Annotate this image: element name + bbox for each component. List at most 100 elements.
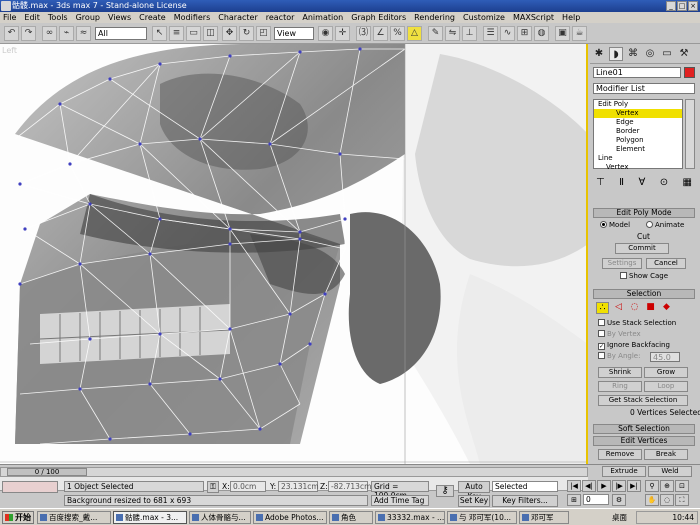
stack-item-edit-poly[interactable]: Edit Poly (594, 100, 682, 109)
use-pivot-center-icon[interactable]: ◉ (318, 26, 333, 41)
polygon-level-icon[interactable]: ■ (644, 302, 657, 314)
time-slider[interactable]: 0 / 100 (0, 467, 588, 477)
current-frame-field[interactable]: 0 (583, 494, 609, 505)
rollout-selection[interactable]: Selection (593, 289, 695, 299)
select-scale-icon[interactable]: ◰ (256, 26, 271, 41)
menu-maxscript[interactable]: MAXScript (513, 12, 554, 23)
create-tab-icon[interactable]: ✱ (592, 47, 606, 61)
stack-item-vertex[interactable]: Vertex (594, 109, 682, 118)
menu-file[interactable]: File (3, 12, 16, 23)
align-icon[interactable]: ⊥ (462, 26, 477, 41)
use-stack-selection-checkbox[interactable]: Use Stack Selection (598, 319, 676, 328)
taskbar-item-chat[interactable]: 与 邓可军(10... (447, 511, 517, 524)
modifier-stack[interactable]: Edit Poly Vertex Edge Border Polygon Ele… (593, 99, 683, 171)
rollout-edit-poly-mode[interactable]: Edit Poly Mode (593, 208, 695, 218)
menu-tools[interactable]: Tools (48, 12, 68, 23)
taskbar-item-contact[interactable]: 邓可军 (519, 511, 569, 524)
start-button[interactable]: 开始 (2, 511, 34, 524)
reference-coord-dropdown[interactable]: View (274, 27, 314, 40)
go-to-start-icon[interactable]: |◀ (567, 480, 581, 492)
shrink-button[interactable]: Shrink (598, 367, 642, 378)
ring-button[interactable]: Ring (598, 381, 642, 392)
stack-item-element[interactable]: Element (594, 145, 682, 154)
zoom-all-icon[interactable]: ⊕ (660, 480, 674, 492)
by-vertex-checkbox[interactable]: By Vertex (598, 330, 641, 339)
stack-item-edge[interactable]: Edge (594, 118, 682, 127)
element-level-icon[interactable]: ◆ (660, 302, 673, 314)
stack-item-border[interactable]: Border (594, 127, 682, 136)
viewport-label[interactable]: Left (2, 46, 17, 55)
configure-sets-icon[interactable]: ▦ (683, 177, 692, 191)
selection-filter-dropdown[interactable]: All (95, 27, 147, 40)
render-scene-icon[interactable]: ▣ (555, 26, 570, 41)
taskbar-item-baidu[interactable]: 百度搜索_戴... (37, 511, 111, 524)
menu-modifiers[interactable]: Modifiers (174, 12, 211, 23)
y-coordinate-field[interactable]: 23.131cm (278, 481, 319, 492)
select-move-icon[interactable]: ✥ (222, 26, 237, 41)
show-cage-checkbox[interactable]: Show Cage (620, 272, 668, 281)
menu-graph-editors[interactable]: Graph Editors (351, 12, 406, 23)
taskbar-item-anatomy[interactable]: 人体骨骼与... (189, 511, 251, 524)
mirror-icon[interactable]: ⇋ (445, 26, 460, 41)
taskbar-item-3dsmax[interactable]: 骷髅.max - 3... (113, 511, 187, 524)
cancel-button[interactable]: Cancel (646, 258, 686, 269)
commit-button[interactable]: Commit (615, 243, 669, 254)
named-selection-icon[interactable]: ✎ (428, 26, 443, 41)
modify-tab-icon[interactable]: ◗ (609, 47, 623, 61)
zoom-extents-icon[interactable]: ⊡ (675, 480, 689, 492)
material-editor-icon[interactable]: ◍ (534, 26, 549, 41)
menu-character[interactable]: Character (218, 12, 258, 23)
curve-editor-icon[interactable]: ∿ (500, 26, 515, 41)
layer-manager-icon[interactable]: ☰ (483, 26, 498, 41)
taskbar-item-33332[interactable]: 33332.max - ... (375, 511, 445, 524)
border-level-icon[interactable]: ◌ (628, 302, 641, 314)
select-object-icon[interactable]: ↖ (152, 26, 167, 41)
schematic-view-icon[interactable]: ⊞ (517, 26, 532, 41)
show-end-result-icon[interactable]: Ⅱ (619, 177, 624, 191)
object-name-field[interactable]: Line01 (593, 67, 681, 78)
time-slider-thumb[interactable]: 0 / 100 (7, 468, 87, 476)
menu-customize[interactable]: Customize (463, 12, 505, 23)
stack-item-polygon[interactable]: Polygon (594, 136, 682, 145)
taskbar-item-photoshop[interactable]: Adobe Photos... (253, 511, 327, 524)
pin-stack-icon[interactable]: ⊤ (596, 177, 605, 191)
auto-key-button[interactable]: Auto Key (458, 481, 490, 501)
angle-snap-icon[interactable]: ∠ (373, 26, 388, 41)
get-stack-selection-button[interactable]: Get Stack Selection (598, 395, 688, 406)
pan-icon[interactable]: ✋ (645, 494, 659, 506)
key-mode-toggle-icon[interactable]: ⊞ (567, 494, 581, 506)
rect-selection-icon[interactable]: ▭ (186, 26, 201, 41)
edge-level-icon[interactable]: ◁ (612, 302, 625, 314)
menu-views[interactable]: Views (108, 12, 131, 23)
menu-group[interactable]: Group (76, 12, 100, 23)
play-icon[interactable]: ▶ (597, 480, 611, 492)
arc-rotate-icon[interactable]: ◌ (660, 494, 674, 506)
close-button[interactable]: × (688, 1, 698, 11)
display-tab-icon[interactable]: ▭ (660, 47, 674, 61)
z-coordinate-field[interactable]: -82.713cm (328, 481, 371, 492)
desktop-toolbar-label[interactable]: 桌面 (612, 512, 627, 523)
grow-button[interactable]: Grow (644, 367, 688, 378)
remove-modifier-icon[interactable]: ⊙ (660, 177, 668, 191)
unlink-icon[interactable]: ⌁ (59, 26, 74, 41)
redo-icon[interactable]: ↷ (21, 26, 36, 41)
lock-selection-icon[interactable]: ⚿ (207, 481, 219, 493)
undo-icon[interactable]: ↶ (4, 26, 19, 41)
percent-snap-icon[interactable]: % (390, 26, 405, 41)
model-radio[interactable]: Model (600, 221, 630, 230)
maximize-button[interactable]: □ (677, 1, 687, 11)
break-button[interactable]: Break (644, 449, 688, 460)
taskbar-item-character[interactable]: 角色 (329, 511, 373, 524)
select-rotate-icon[interactable]: ↻ (239, 26, 254, 41)
by-angle-checkbox[interactable]: By Angle: (598, 352, 640, 361)
ignore-backfacing-checkbox[interactable]: ✓ Ignore Backfacing (598, 341, 670, 350)
stack-item-line[interactable]: Line (594, 154, 682, 163)
go-to-end-icon[interactable]: ▶| (627, 480, 641, 492)
maximize-viewport-icon[interactable]: ⛶ (675, 494, 689, 506)
utilities-tab-icon[interactable]: ⚒ (677, 47, 691, 61)
loop-button[interactable]: Loop (644, 381, 688, 392)
vertex-level-icon[interactable]: ∴ (596, 302, 609, 314)
x-coordinate-field[interactable]: 0.0cm (230, 481, 266, 492)
menu-rendering[interactable]: Rendering (414, 12, 455, 23)
modifier-list-dropdown[interactable]: Modifier List (593, 83, 695, 94)
